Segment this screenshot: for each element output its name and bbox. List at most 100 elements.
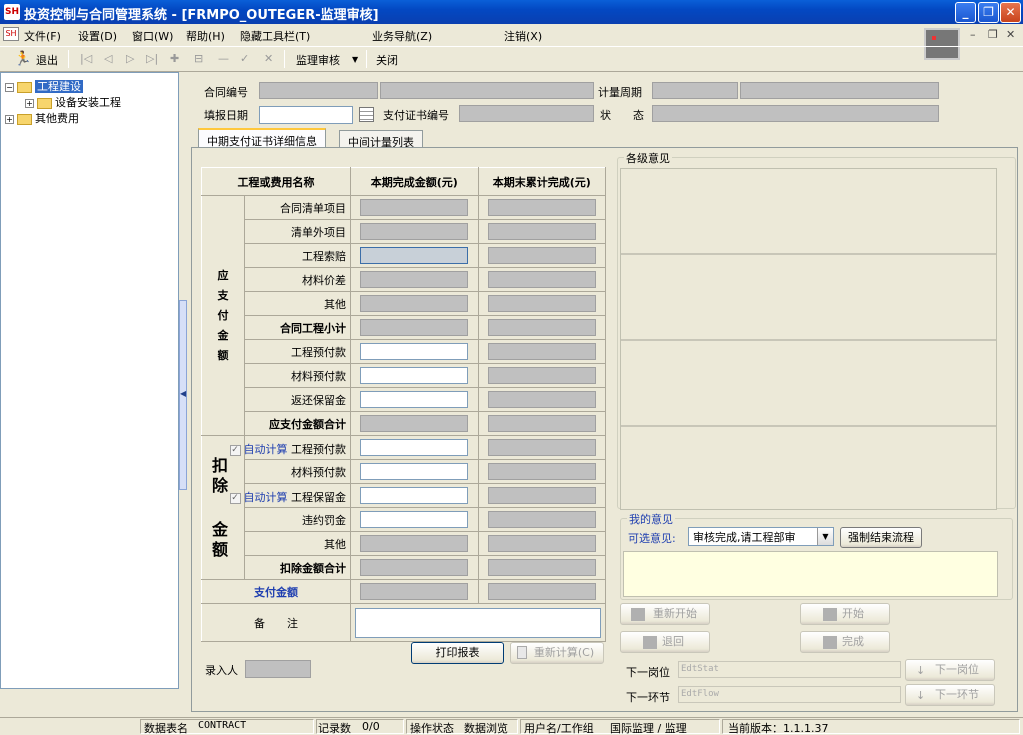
cancel-record-icon[interactable]: ✕ (264, 52, 273, 65)
mdi-minimize-icon[interactable]: – (970, 28, 976, 41)
cumulative-field[interactable] (487, 535, 596, 552)
menu-logout[interactable]: 注销(X) (504, 28, 542, 44)
current-field[interactable] (360, 223, 469, 240)
splitter-handle[interactable]: ◀ (179, 300, 187, 490)
current-input[interactable] (360, 487, 469, 504)
mdi-app-icon[interactable]: SH (3, 27, 19, 41)
cumulative-field[interactable] (487, 295, 596, 312)
my-opinion-textarea[interactable] (623, 551, 998, 597)
current-field[interactable] (360, 415, 469, 432)
chevron-down-icon[interactable]: ▼ (352, 55, 358, 64)
current-field[interactable] (360, 559, 469, 576)
optional-opinion-select[interactable]: 审核完成,请工程部审 ▼ (688, 527, 834, 546)
fill-date-input[interactable] (259, 106, 353, 124)
next-post-field[interactable]: EdtStat (678, 661, 901, 678)
cumulative-field[interactable] (487, 439, 596, 456)
tree-node-equipment[interactable]: + 设备安装工程 (25, 94, 121, 110)
cumulative-field[interactable] (487, 319, 596, 336)
next-step-field[interactable]: EdtFlow (678, 686, 901, 703)
chevron-down-icon[interactable]: ▼ (817, 528, 833, 545)
edit-record-icon[interactable]: — (218, 52, 229, 65)
mdi-close-icon[interactable]: ✕ (1006, 28, 1015, 41)
tree-node-other-costs[interactable]: + 其他费用 (5, 110, 79, 126)
current-input[interactable] (360, 439, 469, 456)
restore-button[interactable]: ❐ (978, 2, 999, 23)
cumulative-field[interactable] (487, 463, 596, 480)
cumulative-field[interactable] (487, 559, 596, 576)
add-record-icon[interactable]: ✚ (170, 52, 179, 65)
review-dropdown-button[interactable]: 监理审核 (296, 52, 340, 68)
entry-person-field[interactable] (245, 660, 311, 678)
current-input[interactable] (360, 343, 469, 360)
cumulative-field[interactable] (487, 415, 596, 432)
next-record-icon[interactable]: ▷ (126, 52, 134, 65)
current-input[interactable] (360, 391, 469, 408)
start-button[interactable]: 开始 (800, 603, 890, 625)
period-field[interactable] (652, 82, 738, 99)
current-input[interactable] (360, 463, 469, 480)
current-input[interactable] (360, 367, 469, 384)
auto-calc-checkbox[interactable]: ✓ (229, 444, 241, 456)
menu-window[interactable]: 窗口(W) (132, 28, 173, 44)
close-form-button[interactable]: 关闭 (376, 52, 398, 68)
opinions-list[interactable] (620, 168, 997, 510)
period-desc-field[interactable] (740, 82, 939, 99)
post-record-icon[interactable]: ✓ (240, 52, 249, 65)
folder-icon (37, 97, 52, 109)
menu-hide-toolbar[interactable]: 隐藏工具栏(T) (240, 28, 310, 44)
menu-file[interactable]: 文件(F) (24, 28, 61, 44)
current-field[interactable] (360, 319, 469, 336)
exit-button[interactable]: 退出 (36, 52, 58, 68)
restart-button[interactable]: 重新开始 (620, 603, 710, 625)
collapse-arrow-icon[interactable]: ◀ (180, 389, 186, 398)
calendar-icon[interactable] (359, 107, 374, 122)
current-field[interactable] (360, 199, 469, 216)
tree-node-engineering[interactable]: − 工程建设 (5, 78, 83, 94)
row-label: 清单外项目 (244, 219, 351, 244)
expand-icon[interactable]: + (25, 98, 34, 108)
back-button[interactable]: 退回 (620, 631, 710, 653)
calculator-icon (517, 646, 527, 659)
prev-record-icon[interactable]: ◁ (104, 52, 112, 65)
auto-calc-checkbox[interactable]: ✓ (229, 492, 241, 504)
expand-icon[interactable]: + (5, 114, 14, 124)
cumulative-field[interactable] (487, 391, 596, 408)
print-report-button[interactable]: 打印报表 (411, 642, 504, 664)
pay-current-field[interactable] (360, 583, 469, 600)
current-field[interactable] (360, 535, 469, 552)
current-input[interactable] (360, 511, 469, 528)
cumulative-field[interactable] (487, 271, 596, 288)
menu-business-nav[interactable]: 业务导航(Z) (372, 28, 432, 44)
menu-settings[interactable]: 设置(D) (78, 28, 117, 44)
status-field[interactable] (652, 105, 939, 122)
recalculate-button[interactable]: 重新计算(C) (510, 642, 604, 664)
force-end-button[interactable]: 强制结束流程 (840, 527, 922, 548)
close-button[interactable]: ✕ (1000, 2, 1021, 23)
first-record-icon[interactable]: |◁ (80, 52, 92, 65)
window-title: 投资控制与合同管理系统 - [FRMPO_OUTEGER-监理审核] (24, 8, 379, 23)
last-record-icon[interactable]: ▷| (146, 52, 158, 65)
contract-name-field[interactable] (380, 82, 594, 99)
cumulative-field[interactable] (487, 511, 596, 528)
remarks-input[interactable] (355, 607, 601, 638)
finish-button[interactable]: 完成 (800, 631, 890, 653)
current-field[interactable] (360, 295, 469, 312)
cumulative-field[interactable] (487, 343, 596, 360)
minimize-button[interactable]: _ (955, 2, 976, 23)
cumulative-field[interactable] (487, 367, 596, 384)
cumulative-field[interactable] (487, 247, 596, 264)
pay-cumulative-field[interactable] (487, 583, 596, 600)
cert-no-field[interactable] (459, 105, 594, 122)
cumulative-field[interactable] (487, 223, 596, 240)
current-field[interactable] (360, 271, 469, 288)
next-step-button[interactable]: ↓ 下一环节 (905, 684, 995, 706)
collapse-icon[interactable]: − (5, 82, 14, 92)
delete-record-icon[interactable]: ⊟ (194, 52, 203, 65)
cumulative-field[interactable] (487, 487, 596, 504)
next-post-button[interactable]: ↓ 下一岗位 (905, 659, 995, 681)
current-field-focused[interactable] (360, 247, 469, 264)
mdi-restore-icon[interactable]: ❐ (988, 28, 998, 41)
contract-no-field[interactable] (259, 82, 378, 99)
menu-help[interactable]: 帮助(H) (186, 28, 225, 44)
cumulative-field[interactable] (487, 199, 596, 216)
